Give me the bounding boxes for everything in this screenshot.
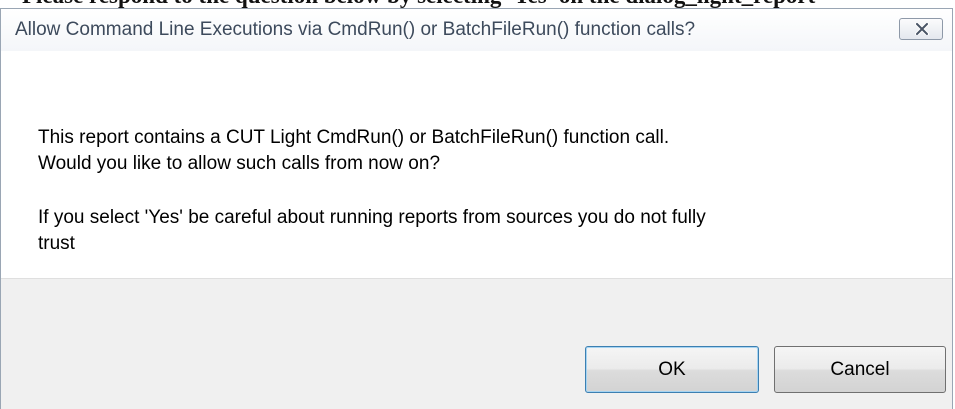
message-line-4: trust [38,233,75,254]
message-line-1: This report contains a CUT Light CmdRun(… [38,127,670,148]
ok-button[interactable]: OK [585,346,759,393]
message-line-2: Would you like to allow such calls from … [38,153,441,174]
message-line-3: If you select 'Yes' be careful about run… [38,207,706,228]
title-bar[interactable]: Allow Command Line Executions via CmdRun… [1,9,952,51]
cancel-button[interactable]: Cancel [774,346,946,393]
dialog-window: Allow Command Line Executions via CmdRun… [0,8,953,409]
button-bar: OK Cancel [1,278,952,409]
message-area: This report contains a CUT Light CmdRun(… [1,51,952,278]
close-x-icon [915,23,929,35]
dialog-title: Allow Command Line Executions via CmdRun… [15,19,696,40]
close-button[interactable] [899,18,943,40]
background-page-fragment: Please respond to the question below by … [0,0,955,8]
background-page-text: Please respond to the question below by … [22,0,815,8]
